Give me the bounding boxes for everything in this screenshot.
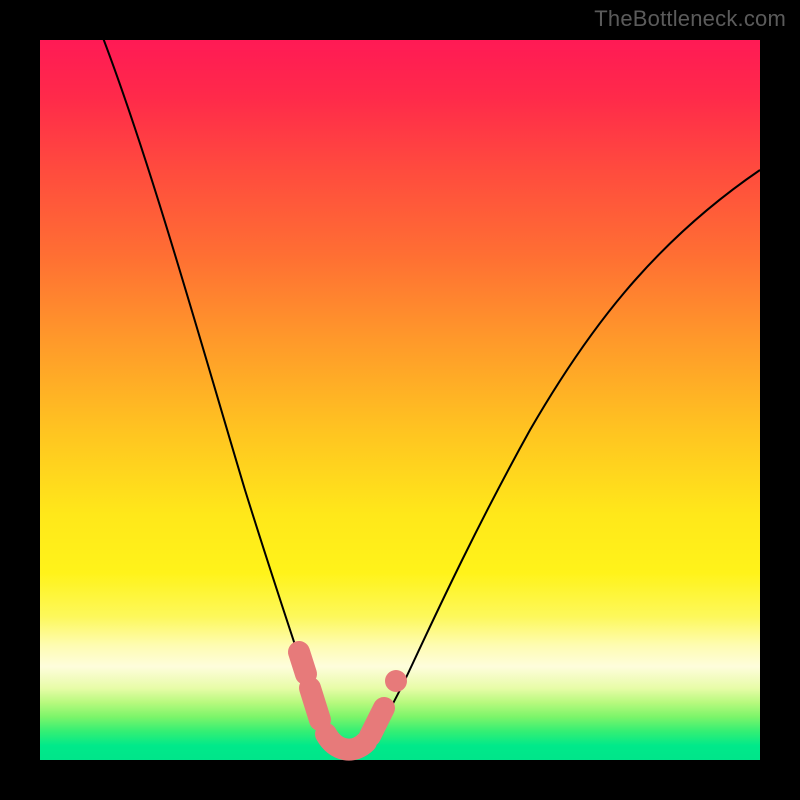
chart-frame: TheBottleneck.com (0, 0, 800, 800)
bottleneck-curve (100, 30, 760, 754)
highlight-dots (299, 652, 407, 750)
plot-area (40, 40, 760, 760)
curve-svg (40, 40, 760, 760)
dot-segment-left-lower (310, 688, 320, 720)
watermark-text: TheBottleneck.com (594, 6, 786, 32)
dot-right-high (385, 670, 407, 692)
dot-segment-right (370, 708, 384, 736)
dot-segment-left-upper (299, 652, 306, 674)
